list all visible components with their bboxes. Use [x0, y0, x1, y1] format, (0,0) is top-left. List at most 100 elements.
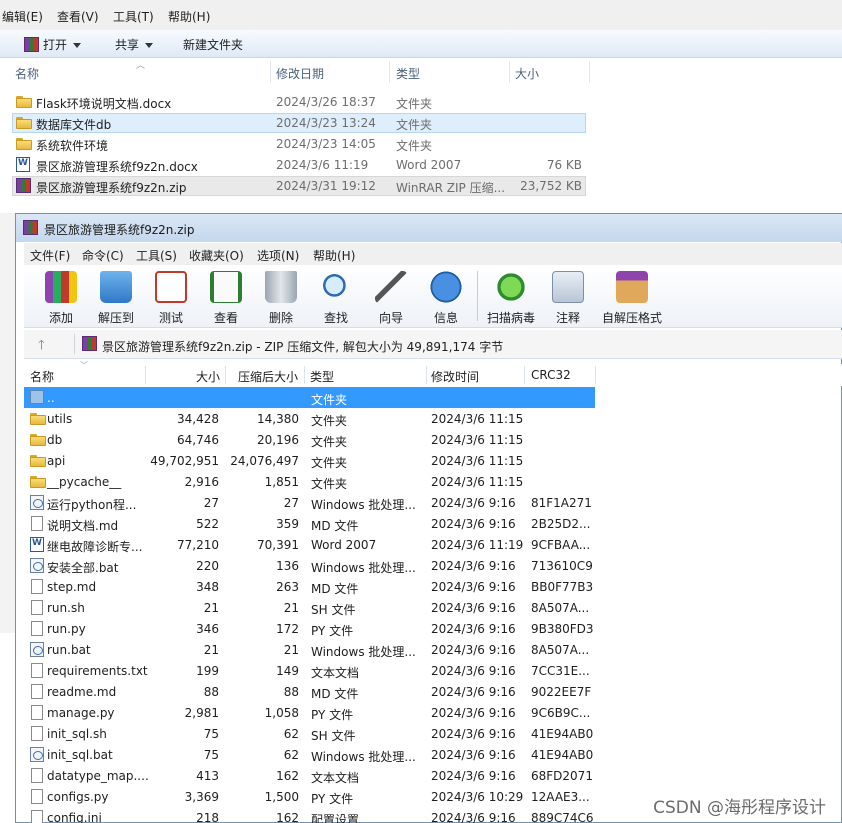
table-row[interactable]: init_sql.sh 75 62 SH 文件 2024/3/6 9:16 41…	[24, 723, 595, 744]
entry-crc: 12AAE3...	[531, 790, 590, 804]
up-arrow-icon[interactable]: 🡑	[38, 336, 45, 358]
table-row[interactable]: datatype_map.... 413 162 文本文档 2024/3/6 9…	[24, 765, 595, 786]
table-row[interactable]: run.bat 21 21 Windows 批处理... 2024/3/6 9:…	[24, 639, 595, 660]
menu-help[interactable]: 帮助(H)	[168, 8, 210, 25]
archive-path[interactable]: 景区旅游管理系统f9z2n.zip - ZIP 压缩文件, 解包大小为 49,8…	[102, 338, 503, 355]
table-row[interactable]: __pycache__ 2,916 1,851 文件夹 2024/3/6 11:…	[24, 471, 595, 492]
new-folder-button[interactable]: 新建文件夹	[183, 36, 243, 53]
table-row[interactable]: run.sh 21 21 SH 文件 2024/3/6 9:16 8A507A.…	[24, 597, 595, 618]
batch-file-icon	[30, 495, 44, 510]
info-label: 信息	[433, 311, 458, 325]
table-row[interactable]: 安装全部.bat 220 136 Windows 批处理... 2024/3/6…	[24, 555, 595, 576]
column-name[interactable]: 名称	[30, 368, 54, 385]
menu-command[interactable]: 命令(C)	[82, 247, 124, 264]
entry-modified: 2024/3/6 9:16	[431, 748, 516, 762]
sfx-box-icon	[616, 271, 648, 303]
file-size: 23,752 KB	[520, 179, 582, 193]
winrar-icon	[24, 37, 39, 52]
entry-type: 配置设置	[311, 813, 360, 823]
table-row[interactable]: api 49,702,951 24,076,497 文件夹 2024/3/6 1…	[24, 450, 595, 471]
table-row[interactable]: step.md 348 263 MD 文件 2024/3/6 9:16 BB0F…	[24, 576, 595, 597]
explorer-menubar: 编辑(E) 查看(V) 工具(T) 帮助(H)	[0, 0, 842, 31]
table-row[interactable]: 说明文档.md 522 359 MD 文件 2024/3/6 9:16 2B25…	[24, 513, 595, 534]
column-crc[interactable]: CRC32	[531, 368, 571, 382]
magic-wand-icon	[375, 271, 407, 303]
text-file-icon	[31, 789, 43, 804]
clipboard-check-icon	[155, 271, 187, 303]
table-row[interactable]: manage.py 2,981 1,058 PY 文件 2024/3/6 9:1…	[24, 702, 595, 723]
table-row-parent[interactable]: .. 文件夹	[24, 387, 595, 408]
scan-virus-button[interactable]: 扫描病毒	[483, 267, 539, 325]
window-title: 景区旅游管理系统f9z2n.zip	[44, 223, 195, 237]
column-type[interactable]: 类型	[310, 368, 334, 385]
comment-label: 注释	[555, 311, 580, 325]
file-modified: 2024/3/23 13:24	[276, 116, 376, 130]
column-modified[interactable]: 修改日期	[276, 65, 324, 82]
column-size[interactable]: 大小	[515, 65, 539, 82]
menu-help[interactable]: 帮助(H)	[313, 247, 355, 264]
column-packed[interactable]: 压缩后大小	[238, 368, 298, 385]
menu-view[interactable]: 查看(V)	[57, 8, 99, 25]
table-row[interactable]: requirements.txt 199 149 文本文档 2024/3/6 9…	[24, 660, 595, 681]
share-button[interactable]: 共享	[115, 36, 154, 53]
menu-file[interactable]: 文件(F)	[30, 247, 70, 264]
entry-name: init_sql.bat	[47, 748, 113, 762]
column-modified[interactable]: 修改时间	[431, 368, 479, 385]
column-size[interactable]: 大小	[145, 368, 220, 385]
file-row[interactable]: Flask环境说明文档.docx 2024/3/26 18:37 文件夹	[12, 92, 586, 112]
entry-size: 21	[203, 601, 219, 615]
menu-tools[interactable]: 工具(T)	[113, 8, 154, 25]
add-archive-icon	[45, 271, 77, 303]
winrar-titlebar[interactable]: 景区旅游管理系统f9z2n.zip	[16, 214, 842, 242]
table-row[interactable]: 继电故障诊断专... 77,210 70,391 Word 2007 2024/…	[24, 534, 595, 555]
entry-name: run.sh	[47, 601, 85, 615]
watermark: CSDN @海彤程序设计	[653, 798, 826, 818]
menu-tools[interactable]: 工具(S)	[136, 247, 177, 264]
trash-icon	[265, 271, 297, 303]
entry-modified: 2024/3/6 9:16	[431, 685, 516, 699]
column-type[interactable]: 类型	[396, 65, 420, 82]
table-row[interactable]: config.ini 218 162 配置设置 2024/3/6 9:16 88…	[24, 807, 595, 823]
file-row[interactable]: 系统软件环境 2024/3/23 14:05 文件夹	[12, 134, 586, 154]
file-type: 文件夹	[396, 118, 433, 132]
sfx-button[interactable]: 自解压格式	[602, 267, 662, 325]
table-row[interactable]: run.py 346 172 PY 文件 2024/3/6 9:16 9B380…	[24, 618, 595, 639]
entry-modified: 2024/3/6 11:15	[431, 412, 524, 426]
table-row[interactable]: init_sql.bat 75 62 Windows 批处理... 2024/3…	[24, 744, 595, 765]
file-row[interactable]: 景区旅游管理系统f9z2n.zip 2024/3/31 19:12 WinRAR…	[12, 176, 586, 196]
table-row[interactable]: readme.md 88 88 MD 文件 2024/3/6 9:16 9022…	[24, 681, 595, 702]
table-row[interactable]: 运行python程... 27 27 Windows 批处理... 2024/3…	[24, 492, 595, 513]
info-button[interactable]: 信息	[418, 267, 474, 325]
table-row[interactable]: db 64,746 20,196 文件夹 2024/3/6 11:15	[24, 429, 595, 450]
entry-type: PY 文件	[311, 708, 354, 722]
entry-size: 75	[203, 727, 219, 741]
entry-modified: 2024/3/6 9:16	[431, 769, 516, 783]
column-name[interactable]: 名称	[15, 65, 39, 82]
sort-ascending-icon: ︿	[136, 61, 146, 71]
open-button[interactable]: 打开	[24, 36, 82, 53]
comment-button[interactable]: 注释	[540, 267, 596, 325]
table-row[interactable]: utils 34,428 14,380 文件夹 2024/3/6 11:15	[24, 408, 595, 429]
entry-modified: 2024/3/6 11:19	[431, 538, 524, 552]
menu-favorites[interactable]: 收藏夹(O)	[189, 247, 244, 264]
entry-packed: 88	[283, 685, 299, 699]
entry-modified: 2024/3/6 9:16	[431, 559, 516, 573]
entry-name: ..	[47, 391, 55, 405]
entry-type: PY 文件	[311, 624, 354, 638]
menu-options[interactable]: 选项(N)	[257, 247, 299, 264]
entry-packed: 1,851	[264, 475, 299, 489]
file-row[interactable]: 景区旅游管理系统f9z2n.docx 2024/3/6 11:19 Word 2…	[12, 155, 586, 175]
file-size: 76 KB	[546, 158, 582, 172]
menu-edit[interactable]: 编辑(E)	[2, 8, 43, 25]
entry-name: 继电故障诊断专...	[47, 540, 143, 554]
entry-size: 75	[203, 748, 219, 762]
file-type: Word 2007	[396, 158, 462, 172]
table-row[interactable]: configs.py 3,369 1,500 PY 文件 2024/3/6 10…	[24, 786, 595, 807]
file-row[interactable]: 数据库文件db 2024/3/23 13:24 文件夹	[12, 113, 586, 133]
archive-column-header: 名称 ﹀ 大小 压缩后大小 类型 修改时间 CRC32	[24, 361, 842, 386]
entry-name: config.ini	[47, 811, 102, 823]
entry-crc: 8A507A...	[531, 643, 590, 657]
file-name: 数据库文件db	[36, 118, 112, 132]
entry-type: SH 文件	[311, 603, 356, 617]
entry-name: 说明文档.md	[47, 519, 119, 533]
